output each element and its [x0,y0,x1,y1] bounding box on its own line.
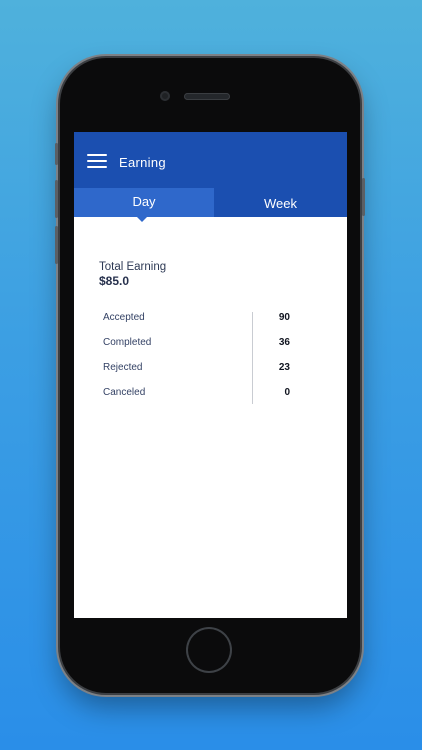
front-camera [160,91,170,101]
period-tabs: Day Week [74,188,347,217]
total-earning-value: $85.0 [99,274,130,288]
app-bar: Earning [74,132,347,188]
stat-value-accepted: 90 [278,312,290,323]
hamburger-menu-icon[interactable] [87,154,107,168]
home-button[interactable] [186,627,232,673]
stat-value-rejected: 23 [278,362,290,373]
volume-down-button [55,180,58,218]
stat-label-canceled: Canceled [103,387,146,398]
power-button [362,178,365,216]
earpiece-speaker [184,93,230,100]
mute-switch [55,226,58,264]
tab-week[interactable]: Week [214,188,347,217]
stats-divider [252,312,253,404]
stat-label-completed: Completed [103,337,152,348]
stat-value-completed: 36 [278,337,290,348]
active-tab-indicator [137,217,147,222]
page-title: Earning [119,155,166,170]
total-earning-label: Total Earning [99,261,167,273]
app-screen: Earning Day Week Total Earning $85.0 Acc… [74,132,347,618]
volume-up-button [55,143,58,165]
stat-label-rejected: Rejected [103,362,143,373]
tab-day[interactable]: Day [74,188,214,217]
stat-label-accepted: Accepted [103,312,145,323]
stat-value-canceled: 0 [284,387,290,398]
